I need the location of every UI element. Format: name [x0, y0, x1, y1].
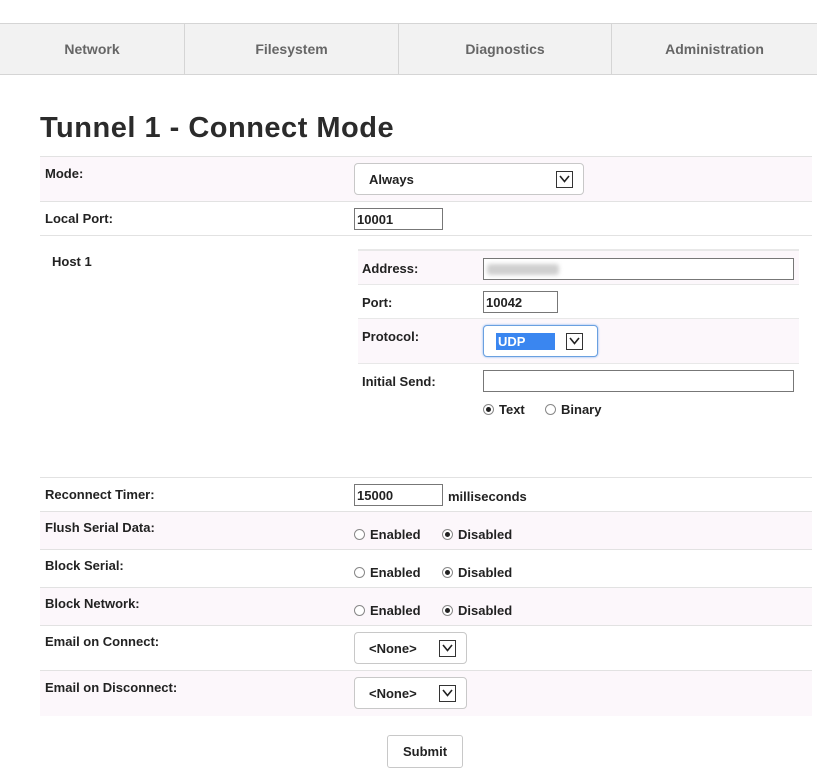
nav-label: Administration — [665, 41, 764, 57]
option-label: Disabled — [458, 603, 513, 618]
option-label: Binary — [561, 402, 602, 417]
top-nav: Network Filesystem Diagnostics Administr… — [0, 23, 817, 75]
nav-administration[interactable]: Administration — [612, 24, 817, 74]
protocol-select[interactable]: UDP — [483, 325, 598, 357]
protocol-select-value: UDP — [496, 332, 556, 350]
host-port-row: Port: 10042 — [358, 284, 799, 319]
local-port-input[interactable]: 10001 — [354, 208, 443, 230]
email-connect-row: Email on Connect: <None> — [40, 625, 812, 671]
port-input[interactable]: 10042 — [483, 291, 558, 313]
flush-serial-disabled-option[interactable]: Disabled — [442, 527, 512, 542]
host-fields: Address: Port: 10042 Protocol: UDP Initi… — [358, 249, 799, 417]
mode-select-value: Always — [369, 171, 414, 187]
address-input[interactable] — [483, 258, 794, 280]
radio-icon[interactable] — [354, 605, 365, 616]
nav-label: Network — [64, 41, 120, 57]
block-network-disabled-option[interactable]: Disabled — [442, 603, 512, 618]
address-label: Address: — [362, 261, 419, 276]
reconnect-timer-unit: milliseconds — [448, 489, 527, 504]
host-address-row: Address: — [358, 250, 799, 285]
block-serial-label: Block Serial: — [45, 558, 124, 573]
reconnect-timer-label: Reconnect Timer: — [45, 487, 155, 502]
reconnect-timer-row: Reconnect Timer: 15000 milliseconds — [40, 477, 812, 512]
email-connect-select[interactable]: <None> — [354, 632, 467, 664]
email-disconnect-value: <None> — [369, 685, 417, 701]
flush-serial-enabled-option[interactable]: Enabled — [354, 527, 421, 542]
flush-serial-row: Flush Serial Data: Enabled Disabled — [40, 511, 812, 550]
initial-send-text-option[interactable]: Text — [483, 402, 525, 417]
radio-icon[interactable] — [354, 567, 365, 578]
radio-selected-icon[interactable] — [442, 529, 453, 540]
chevron-down-icon — [556, 170, 573, 188]
local-port-label: Local Port: — [45, 211, 113, 226]
option-label: Text — [499, 402, 525, 417]
chevron-down-icon — [439, 684, 456, 702]
nav-label: Filesystem — [255, 41, 328, 57]
flush-serial-label: Flush Serial Data: — [45, 520, 155, 535]
protocol-label: Protocol: — [362, 329, 420, 344]
local-port-row: Local Port: 10001 — [40, 201, 812, 236]
email-disconnect-label: Email on Disconnect: — [45, 680, 178, 695]
option-label: Disabled — [458, 565, 513, 580]
option-label: Enabled — [370, 527, 421, 542]
submit-button[interactable]: Submit — [387, 735, 463, 768]
radio-icon[interactable] — [354, 529, 365, 540]
block-network-enabled-option[interactable]: Enabled — [354, 603, 421, 618]
nav-label: Diagnostics — [465, 41, 545, 57]
nav-filesystem[interactable]: Filesystem — [185, 24, 399, 74]
radio-selected-icon[interactable] — [442, 567, 453, 578]
address-redacted — [487, 264, 559, 275]
mode-row: Mode: Always — [40, 156, 812, 202]
initial-send-binary-option[interactable]: Binary — [545, 402, 601, 417]
nav-network[interactable]: Network — [0, 24, 185, 74]
email-connect-value: <None> — [369, 640, 417, 656]
block-network-label: Block Network: — [45, 596, 140, 611]
block-network-row: Block Network: Enabled Disabled — [40, 587, 812, 626]
option-label: Disabled — [458, 527, 513, 542]
nav-diagnostics[interactable]: Diagnostics — [399, 24, 612, 74]
page-title: Tunnel 1 - Connect Mode — [40, 112, 395, 144]
mode-select[interactable]: Always — [354, 163, 584, 195]
host-initial-send-row: Initial Send: Text Binary — [358, 363, 799, 423]
radio-selected-icon[interactable] — [442, 605, 453, 616]
host-protocol-row: Protocol: UDP — [358, 318, 799, 364]
email-connect-label: Email on Connect: — [45, 634, 160, 649]
initial-send-label: Initial Send: — [362, 374, 436, 389]
radio-selected-icon[interactable] — [483, 404, 494, 415]
email-disconnect-select[interactable]: <None> — [354, 677, 467, 709]
initial-send-input[interactable] — [483, 370, 794, 392]
mode-label: Mode: — [45, 166, 84, 181]
chevron-down-icon — [566, 332, 583, 350]
host-title: Host 1 — [52, 254, 92, 269]
option-label: Enabled — [370, 565, 421, 580]
port-label: Port: — [362, 295, 393, 310]
chevron-down-icon — [439, 639, 456, 657]
block-serial-enabled-option[interactable]: Enabled — [354, 565, 421, 580]
option-label: Enabled — [370, 603, 421, 618]
email-disconnect-row: Email on Disconnect: <None> — [40, 670, 812, 716]
block-serial-disabled-option[interactable]: Disabled — [442, 565, 512, 580]
radio-icon[interactable] — [545, 404, 556, 415]
reconnect-timer-input[interactable]: 15000 — [354, 484, 443, 506]
block-serial-row: Block Serial: Enabled Disabled — [40, 549, 812, 588]
